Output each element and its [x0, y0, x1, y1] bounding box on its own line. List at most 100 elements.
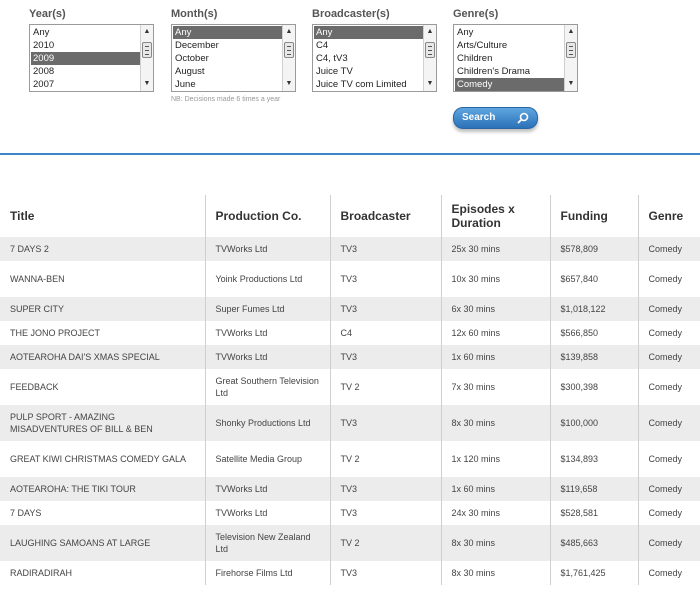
scroll-up-arrow-icon[interactable]: ▲: [283, 26, 295, 38]
cell-title: 7 DAYS: [0, 501, 205, 525]
listbox-option[interactable]: Juice TV com Limited: [314, 78, 423, 91]
funding-table: Title Production Co. Broadcaster Episode…: [0, 195, 700, 585]
listbox-option[interactable]: August: [173, 65, 282, 78]
cell-broadcaster: C4: [329, 321, 441, 345]
cell-funding: $578,809: [549, 237, 638, 261]
table-row: RADIRADIRAH Firehorse Films Ltd TV3 8x 30 m…: [0, 561, 700, 585]
column-header-genre: Genre: [637, 195, 700, 237]
listbox-option[interactable]: October: [173, 52, 282, 65]
listbox-option[interactable]: June: [173, 78, 282, 91]
cell-genre: Comedy: [637, 525, 700, 561]
broadcaster-listbox-scrollbar[interactable]: ▲ ▼: [423, 25, 436, 91]
scroll-down-arrow-icon[interactable]: ▼: [141, 78, 153, 90]
month-listbox[interactable]: Any December October August June ▲ ▼: [171, 24, 296, 92]
cell-genre: Comedy: [637, 369, 700, 405]
month-listbox-scrollbar[interactable]: ▲ ▼: [282, 25, 295, 91]
cell-episodes-duration: 1x 120 mins: [440, 441, 550, 477]
cell-broadcaster: TV3: [329, 501, 441, 525]
cell-episodes-duration: 25x 30 mins: [440, 237, 550, 261]
listbox-option[interactable]: Children's Drama: [455, 65, 564, 78]
listbox-option[interactable]: 2010: [31, 39, 140, 52]
listbox-option[interactable]: C4, tV3: [314, 52, 423, 65]
cell-title: PULP SPORT - AMAZING MISADVENTURES OF BI…: [0, 405, 205, 441]
listbox-option[interactable]: 2009: [31, 52, 140, 65]
genre-listbox[interactable]: Any Arts/Culture Children Children's Drama C…: [453, 24, 578, 92]
cell-production-co: Firehorse Films Ltd: [204, 561, 330, 585]
cell-episodes-duration: 1x 60 mins: [440, 477, 550, 501]
listbox-option[interactable]: Juice TV: [314, 65, 423, 78]
cell-title: AOTEAROHA: THE TIKI TOUR: [0, 477, 205, 501]
table-row: SUPER CITY Super Fumes Ltd TV3 6x 30 mins $1…: [0, 297, 700, 321]
scroll-up-arrow-icon[interactable]: ▲: [141, 26, 153, 38]
genre-listbox-scrollbar[interactable]: ▲ ▼: [564, 25, 577, 91]
cell-episodes-duration: 8x 30 mins: [440, 405, 550, 441]
cell-episodes-duration: 8x 30 mins: [440, 525, 550, 561]
cell-episodes-duration: 24x 30 mins: [440, 501, 550, 525]
scroll-thumb[interactable]: [284, 42, 294, 58]
search-button[interactable]: Search: [453, 107, 538, 129]
listbox-option[interactable]: Arts/Culture: [455, 39, 564, 52]
year-filter-label: Year(s): [29, 8, 66, 20]
table-row: PULP SPORT - AMAZING MISADVENTURES OF BI…: [0, 405, 700, 441]
cell-episodes-duration: 12x 60 mins: [440, 321, 550, 345]
month-filter: Month(s) Any December October August June ▲ …: [171, 8, 303, 92]
section-divider: [0, 153, 700, 155]
broadcaster-filter: Broadcaster(s) Any C4 C4, tV3 Juice TV Juice…: [312, 8, 444, 92]
cell-production-co: TVWorks Ltd: [204, 345, 330, 369]
scroll-thumb[interactable]: [566, 42, 576, 58]
table-header-row: Title Production Co. Broadcaster Episode…: [0, 195, 700, 237]
scroll-up-arrow-icon[interactable]: ▲: [565, 26, 577, 38]
listbox-option[interactable]: 2008: [31, 65, 140, 78]
listbox-option[interactable]: December: [173, 39, 282, 52]
column-header-title: Title: [10, 209, 35, 223]
cell-broadcaster: TV3: [329, 261, 441, 297]
cell-funding: $300,398: [549, 369, 638, 405]
table-row: AOTEAROHA: THE TIKI TOUR TVWorks Ltd TV3 1x…: [0, 477, 700, 501]
cell-genre: Comedy: [637, 297, 700, 321]
genre-filter: Genre(s) Any Arts/Culture Children Children…: [453, 8, 585, 92]
cell-production-co: Satellite Media Group: [204, 441, 330, 477]
cell-broadcaster: TV3: [329, 405, 441, 441]
scroll-up-arrow-icon[interactable]: ▲: [424, 26, 436, 38]
cell-title: RADIRADIRAH: [0, 561, 205, 585]
cell-broadcaster: TV3: [329, 561, 441, 585]
listbox-option[interactable]: Any: [173, 26, 282, 39]
cell-genre: Comedy: [637, 237, 700, 261]
cell-production-co: Super Fumes Ltd: [204, 297, 330, 321]
listbox-option[interactable]: C4: [314, 39, 423, 52]
scroll-thumb[interactable]: [142, 42, 152, 58]
cell-broadcaster: TV3: [329, 477, 441, 501]
listbox-option[interactable]: Any: [31, 26, 140, 39]
column-header-funding: Funding: [549, 195, 638, 237]
scroll-down-arrow-icon[interactable]: ▼: [565, 78, 577, 90]
cell-episodes-duration: 6x 30 mins: [440, 297, 550, 321]
scroll-down-arrow-icon[interactable]: ▼: [283, 78, 295, 90]
cell-funding: $657,840: [549, 261, 638, 297]
table-row: THE JONO PROJECT TVWorks Ltd C4 12x 60 mins…: [0, 321, 700, 345]
cell-title: WANNA-BEN: [0, 261, 205, 297]
cell-funding: $139,858: [549, 345, 638, 369]
cell-broadcaster: TV 2: [329, 369, 441, 405]
cell-funding: $119,658: [549, 477, 638, 501]
month-filter-label: Month(s): [171, 8, 218, 20]
listbox-option[interactable]: Children: [455, 52, 564, 65]
decisions-note: NB: Decisions made 6 times a year: [171, 96, 281, 103]
listbox-option[interactable]: Comedy: [455, 78, 564, 91]
cell-production-co: Shonky Productions Ltd: [204, 405, 330, 441]
table-row: LAUGHING SAMOANS AT LARGE Television New …: [0, 525, 700, 561]
cell-funding: $528,581: [549, 501, 638, 525]
scroll-thumb[interactable]: [425, 42, 435, 58]
listbox-option[interactable]: Any: [455, 26, 564, 39]
broadcaster-filter-label: Broadcaster(s): [312, 8, 390, 20]
year-listbox[interactable]: Any 2010 2009 2008 2007 ▲ ▼: [29, 24, 154, 92]
year-listbox-scrollbar[interactable]: ▲ ▼: [140, 25, 153, 91]
column-header-episodes-duration: Episodes x Duration: [440, 195, 550, 237]
cell-title: THE JONO PROJECT: [0, 321, 205, 345]
cell-production-co: TVWorks Ltd: [204, 321, 330, 345]
listbox-option[interactable]: 2007: [31, 78, 140, 91]
cell-episodes-duration: 10x 30 mins: [440, 261, 550, 297]
search-button-label: Search: [462, 112, 496, 123]
scroll-down-arrow-icon[interactable]: ▼: [424, 78, 436, 90]
listbox-option[interactable]: Any: [314, 26, 423, 39]
broadcaster-listbox[interactable]: Any C4 C4, tV3 Juice TV Juice TV com Limited…: [312, 24, 437, 92]
